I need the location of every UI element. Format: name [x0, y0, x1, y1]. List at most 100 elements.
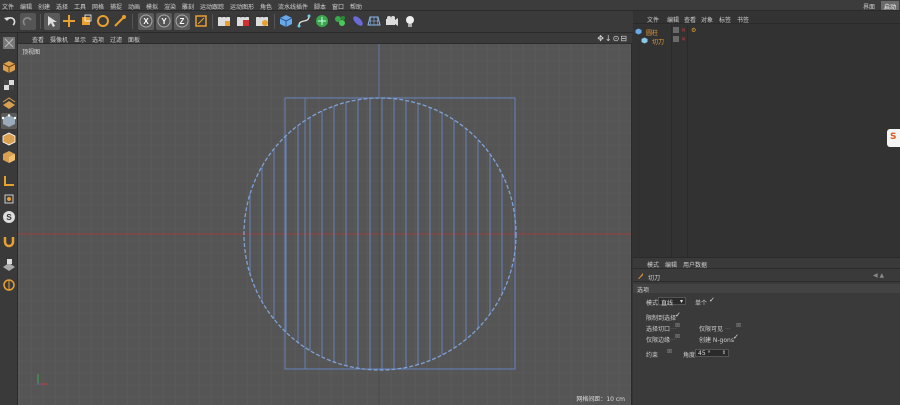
menu-item[interactable]: 运动图形	[230, 2, 254, 11]
deformer-icon[interactable]	[350, 13, 366, 30]
angle-field[interactable]: 45 ° ⇕	[695, 349, 729, 357]
menu-item[interactable]: 选择	[56, 2, 68, 11]
column-divider	[671, 25, 672, 257]
select-cut-checkbox[interactable]: ⊠	[675, 322, 680, 329]
points-mode-icon[interactable]	[1, 113, 17, 129]
viewport-menu-item[interactable]: 查看	[32, 35, 44, 44]
ngons-checkbox[interactable]: ✓	[733, 333, 739, 341]
magnet-icon[interactable]	[1, 233, 17, 249]
visibility-toggle-icon[interactable]	[673, 36, 679, 42]
object-manager-menu-item[interactable]: 书签	[737, 15, 749, 24]
side-badge-icon[interactable]: S	[887, 129, 900, 147]
axis-mode-icon[interactable]	[1, 173, 17, 189]
move-icon[interactable]	[61, 13, 77, 30]
menu-item[interactable]: 捕捉	[110, 2, 122, 11]
attribute-menu-item[interactable]: 用户数据	[683, 260, 707, 269]
workplane-icon[interactable]	[1, 95, 17, 111]
lock-workplane-icon[interactable]	[1, 257, 17, 273]
menu-item[interactable]: 文件	[2, 2, 14, 11]
visible-edges-checkbox[interactable]: ⊠	[675, 333, 680, 340]
menu-item[interactable]: 网格	[92, 2, 104, 11]
object-row[interactable]: 圆柱 ✕ ⚙	[633, 27, 900, 37]
cube-icon[interactable]	[278, 13, 294, 30]
menu-item[interactable]: 流水线	[278, 2, 296, 11]
model-mode-icon[interactable]	[1, 59, 17, 75]
attribute-menu-item[interactable]: 编辑	[665, 260, 677, 269]
menu-item[interactable]: 窗口	[332, 2, 344, 11]
menu-item[interactable]: 工具	[74, 2, 86, 11]
render-active-view-icon[interactable]	[235, 13, 251, 30]
menu-item[interactable]: 帮助	[350, 2, 362, 11]
pen-spline-icon[interactable]	[296, 13, 312, 30]
render-toggle-icon[interactable]: ✕	[681, 27, 686, 34]
object-manager-menu-item[interactable]: 对象	[701, 15, 713, 24]
snapping-icon[interactable]: S	[1, 209, 17, 225]
layout-dropdown[interactable]: 启动	[880, 1, 899, 11]
menu-item[interactable]: 插件	[296, 2, 308, 11]
redo-icon[interactable]	[20, 13, 36, 30]
single-checkbox[interactable]: ✓	[709, 296, 715, 304]
visible-edges-label: 仅限边缘	[646, 337, 671, 344]
undo-icon[interactable]	[2, 13, 18, 30]
svg-text:Y: Y	[161, 17, 167, 26]
subdivision-icon[interactable]	[314, 13, 330, 30]
viewport-menu-item[interactable]: 过滤	[110, 35, 122, 44]
light-icon[interactable]	[402, 13, 418, 30]
object-name: 切刀	[652, 39, 665, 46]
select-cursor-icon[interactable]	[44, 13, 60, 30]
menu-item[interactable]: 脚本	[314, 2, 326, 11]
menu-item[interactable]: 渲染	[164, 2, 176, 11]
visibility-toggle-icon[interactable]	[673, 27, 679, 33]
toolbar-separator	[274, 14, 275, 29]
y-axis-icon[interactable]: Y	[156, 13, 172, 30]
main-toolbar: X Y Z	[0, 11, 633, 33]
scale-icon[interactable]	[78, 13, 94, 30]
object-manager-menu-item[interactable]: 文件	[647, 15, 659, 24]
edit-render-settings-icon[interactable]	[254, 13, 270, 30]
viewport-navigation-icons[interactable]: ✥↓⊙⊟	[597, 34, 628, 43]
polygons-mode-icon[interactable]	[1, 149, 17, 165]
array-icon[interactable]	[332, 13, 348, 30]
object-manager-menu-item[interactable]: 编辑	[667, 15, 679, 24]
viewport-menu-item[interactable]: 显示	[74, 35, 86, 44]
texture-mode-icon[interactable]	[1, 77, 17, 93]
live-select-icon[interactable]	[112, 13, 128, 30]
camera-icon[interactable]	[384, 13, 400, 30]
object-row[interactable]: 切刀 ✕	[633, 36, 900, 46]
floor-icon[interactable]	[366, 13, 382, 30]
constrain-checkbox[interactable]: ⊠	[667, 348, 672, 355]
tweak-mode-icon[interactable]	[1, 191, 17, 207]
z-axis-icon[interactable]: Z	[174, 13, 190, 30]
make-editable-icon[interactable]	[1, 35, 17, 51]
menu-item[interactable]: 模拟	[146, 2, 158, 11]
mode-value: 直线	[661, 300, 674, 307]
edges-mode-icon[interactable]	[1, 131, 17, 147]
history-nav-icons[interactable]: ◀ ▲	[873, 272, 884, 279]
menu-item[interactable]: 编辑	[20, 2, 32, 11]
gizmo-origin	[37, 383, 39, 385]
viewport-menu-item[interactable]: 面板	[128, 35, 140, 44]
restrict-checkbox[interactable]: ✓	[675, 311, 681, 319]
rotate-icon[interactable]	[95, 13, 111, 30]
planar-workplane-icon[interactable]	[1, 277, 17, 293]
menu-item[interactable]: 创建	[38, 2, 50, 11]
x-axis-icon[interactable]: X	[138, 13, 154, 30]
viewport-top[interactable]: 顶视图 网格间距：10 cm	[18, 44, 632, 405]
menu-item[interactable]: 雕刻	[182, 2, 194, 11]
object-manager-menu-item[interactable]: 查看	[684, 15, 696, 24]
menu-item[interactable]: 运动跟踪	[200, 2, 224, 11]
visible-only-checkbox[interactable]: ⊠	[736, 322, 741, 329]
menu-item[interactable]: 动画	[128, 2, 140, 11]
attribute-menu-item[interactable]: 模式	[647, 260, 659, 269]
viewport-menu-item[interactable]: 选项	[92, 35, 104, 44]
mode-dropdown[interactable]: 直线 ▾	[658, 297, 686, 307]
viewport-menu-item[interactable]: 摄像机	[50, 35, 68, 44]
object-manager-menu-item[interactable]: 标签	[719, 15, 731, 24]
viewport-canvas[interactable]	[18, 44, 632, 405]
object-manager-list[interactable]: 圆柱 ✕ ⚙ 切刀 ✕	[633, 25, 900, 257]
menu-item[interactable]: 角色	[260, 2, 272, 11]
render-view-icon[interactable]	[216, 13, 232, 30]
options-section-header[interactable]: 选项	[633, 284, 900, 294]
world-coordinates-icon[interactable]	[193, 13, 209, 30]
render-toggle-icon[interactable]: ✕	[681, 36, 686, 43]
